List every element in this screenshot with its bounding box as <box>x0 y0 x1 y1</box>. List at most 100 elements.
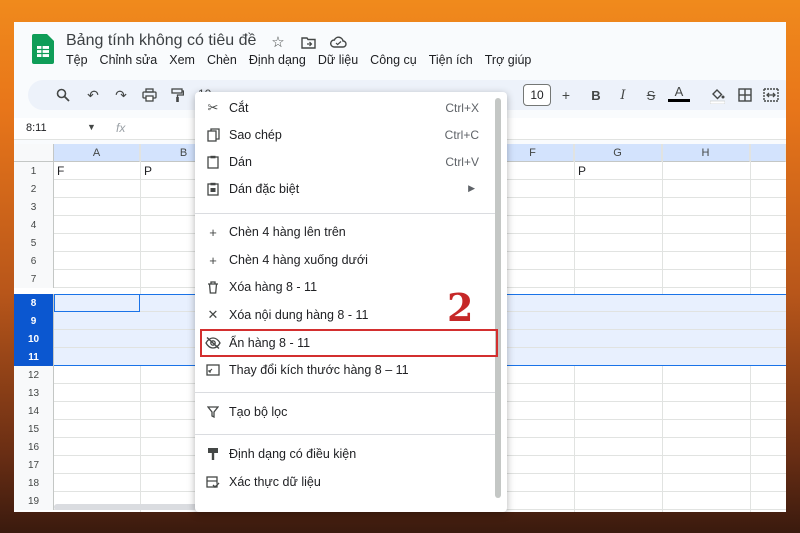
row-header[interactable]: 15 <box>14 420 54 438</box>
paint-format-icon[interactable] <box>166 84 188 106</box>
menu-item-label: Xóa hàng 8 - 11 <box>229 280 318 294</box>
menu-bar: Tệp Chỉnh sửa Xem Chèn Định dạng Dữ liệu… <box>66 53 531 67</box>
menu-item-label: Tạo bộ lọc <box>229 405 288 419</box>
highlight-box <box>200 329 498 357</box>
menu-item-data-validation[interactable]: Xác thực dữ liệu <box>195 469 495 496</box>
row-header[interactable]: 13 <box>14 384 54 402</box>
row-header[interactable]: 11 <box>14 348 54 366</box>
cell-b1[interactable]: P <box>144 164 152 178</box>
borders-icon[interactable] <box>734 84 756 106</box>
print-icon[interactable] <box>138 84 160 106</box>
text-color-icon[interactable]: A <box>668 84 690 102</box>
redo-icon[interactable]: ↷ <box>110 84 132 106</box>
menu-item-label: Dán đặc biệt <box>229 182 300 196</box>
search-icon[interactable] <box>52 84 74 106</box>
cell-a1[interactable]: F <box>57 164 64 178</box>
plus-icon: + <box>209 224 217 240</box>
menu-item-label: Định dạng có điều kiện <box>229 447 357 461</box>
star-icon[interactable]: ☆ <box>268 32 288 52</box>
italic-icon[interactable]: I <box>612 84 634 106</box>
row-header[interactable]: 19 <box>14 492 54 510</box>
step-annotation: 2 <box>447 285 474 330</box>
menu-item-resize-rows[interactable]: Thay đổi kích thước hàng 8 – 11 <box>195 357 495 384</box>
fx-icon: fx <box>116 121 126 135</box>
menu-item-label: Xóa nội dung hàng 8 - 11 <box>229 308 369 322</box>
menu-item-label: Chèn 4 hàng lên trên <box>229 225 346 239</box>
fill-color-icon[interactable] <box>706 84 728 106</box>
resize-icon <box>205 362 221 378</box>
column-header-h[interactable]: H <box>662 144 750 162</box>
menu-item-paste-special[interactable]: Dán đặc biệt ▶ <box>195 176 495 203</box>
menu-item-paste[interactable]: Dán Ctrl+V <box>195 149 495 176</box>
menu-data[interactable]: Dữ liệu <box>318 53 358 67</box>
cloud-icon[interactable] <box>328 32 348 52</box>
increase-font-size-icon[interactable]: + <box>555 84 577 106</box>
row-header[interactable]: 3 <box>14 198 54 216</box>
merge-dropdown-icon[interactable]: ▼ <box>780 84 786 106</box>
row-header[interactable]: 9 <box>14 312 54 330</box>
bold-icon[interactable]: B <box>585 84 607 106</box>
menu-help[interactable]: Trợ giúp <box>485 53 532 67</box>
menu-insert[interactable]: Chèn <box>207 53 237 67</box>
menu-item-insert-rows-above[interactable]: + Chèn 4 hàng lên trên <box>195 219 495 246</box>
menu-item-shortcut: Ctrl+X <box>445 101 479 115</box>
filter-icon <box>205 404 221 420</box>
menu-item-label: Xác thực dữ liệu <box>229 475 321 489</box>
row-header[interactable]: 12 <box>14 366 54 384</box>
row-header[interactable]: 10 <box>14 330 54 348</box>
row-header[interactable]: 5 <box>14 234 54 252</box>
row-header[interactable]: 16 <box>14 438 54 456</box>
row-header[interactable]: 14 <box>14 402 54 420</box>
scissors-icon: ✂ <box>207 100 219 115</box>
row-header[interactable]: 8 <box>14 294 54 312</box>
menu-separator <box>195 434 495 435</box>
select-all-corner[interactable] <box>14 144 54 162</box>
document-title[interactable]: Bảng tính không có tiêu đề <box>66 32 256 50</box>
plus-icon: + <box>209 252 217 268</box>
x-icon: ✕ <box>207 307 219 322</box>
menu-item-label: Sao chép <box>229 128 282 142</box>
menu-item-conditional-formatting[interactable]: Định dạng có điều kiện <box>195 441 495 468</box>
menu-item-label: Cắt <box>229 101 249 115</box>
menu-file[interactable]: Tệp <box>66 53 88 67</box>
menu-item-insert-rows-below[interactable]: + Chèn 4 hàng xuống dưới <box>195 247 495 274</box>
row-header[interactable]: 2 <box>14 180 54 198</box>
name-box[interactable]: 8:11 <box>26 122 47 134</box>
menu-scrollbar[interactable] <box>495 98 501 498</box>
menu-extensions[interactable]: Tiện ích <box>429 53 473 67</box>
copy-icon <box>205 127 221 143</box>
row-header[interactable]: 1 <box>14 162 54 180</box>
column-header-g[interactable]: G <box>574 144 662 162</box>
row-header[interactable]: 4 <box>14 216 54 234</box>
menu-item-label: Dán <box>229 155 252 169</box>
column-header-a[interactable]: A <box>54 144 140 162</box>
active-cell[interactable] <box>54 294 140 312</box>
cell-g1[interactable]: P <box>578 164 586 178</box>
menu-separator <box>195 213 495 214</box>
row-header[interactable]: 6 <box>14 252 54 270</box>
menu-separator <box>195 392 495 393</box>
paint-roller-icon <box>205 446 221 462</box>
undo-icon[interactable]: ↶ <box>82 84 104 106</box>
font-size-input[interactable]: 10 <box>523 84 551 106</box>
menu-item-cut[interactable]: ✂ Cắt Ctrl+X <box>195 95 495 122</box>
paste-icon <box>205 154 221 170</box>
menu-item-create-filter[interactable]: Tạo bộ lọc <box>195 399 495 426</box>
strikethrough-icon[interactable]: S <box>640 84 662 106</box>
menu-tools[interactable]: Công cụ <box>370 53 417 67</box>
menu-view[interactable]: Xem <box>169 53 195 67</box>
row-header[interactable]: 7 <box>14 270 54 288</box>
menu-item-copy[interactable]: Sao chép Ctrl+C <box>195 122 495 149</box>
trash-icon <box>205 279 221 295</box>
sheets-logo-icon[interactable] <box>32 34 54 64</box>
name-box-dropdown-icon[interactable]: ▼ <box>87 122 96 132</box>
paste-special-icon <box>205 181 221 197</box>
row-header[interactable]: 18 <box>14 474 54 492</box>
merge-cells-icon[interactable] <box>760 84 782 106</box>
menu-format[interactable]: Định dạng <box>249 53 306 67</box>
submenu-arrow-icon: ▶ <box>468 183 475 193</box>
column-header-partial[interactable] <box>750 144 786 162</box>
menu-edit[interactable]: Chỉnh sửa <box>100 53 158 67</box>
row-header[interactable]: 17 <box>14 456 54 474</box>
folder-move-icon[interactable] <box>298 32 318 52</box>
